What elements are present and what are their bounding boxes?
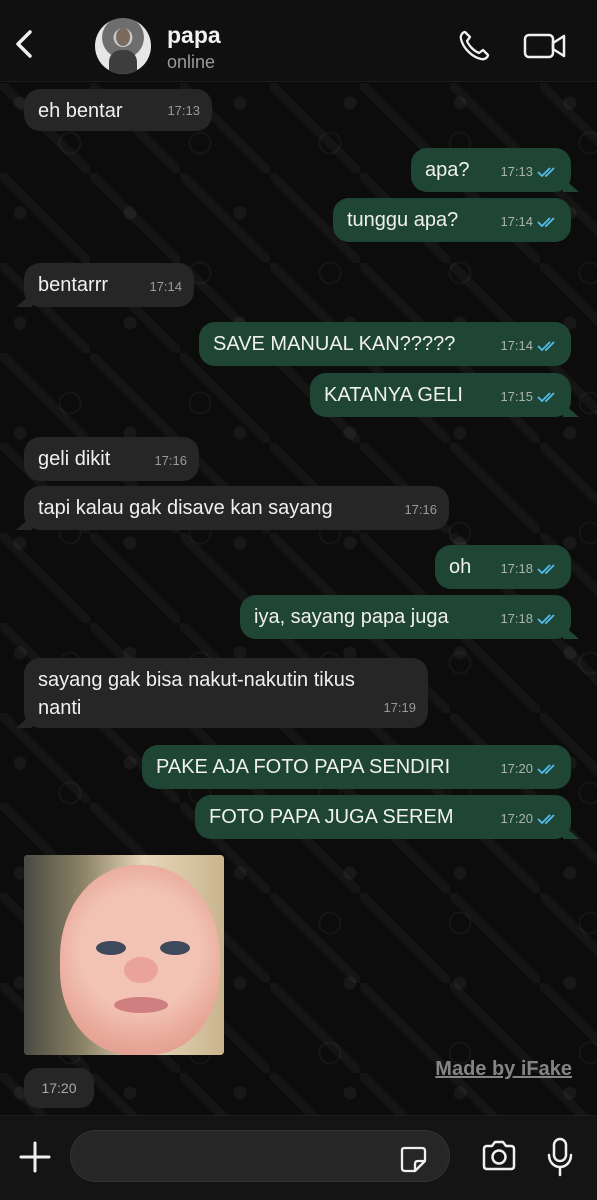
contact-status: online bbox=[167, 52, 216, 72]
back-chevron-icon[interactable] bbox=[10, 24, 40, 64]
message-time: 17:13 bbox=[500, 158, 559, 186]
double-check-icon bbox=[537, 564, 555, 575]
message-text: PAKE AJA FOTO PAPA SENDIRI bbox=[156, 756, 451, 778]
message-outgoing[interactable]: PAKE AJA FOTO PAPA SENDIRI 17:20 bbox=[142, 745, 571, 789]
baby-face bbox=[60, 865, 220, 1055]
message-incoming[interactable]: sayang gak bisa nakut-nakutin tikus nant… bbox=[24, 658, 428, 728]
message-time: 17:14 bbox=[149, 279, 182, 294]
sticker-icon[interactable] bbox=[398, 1144, 428, 1174]
message-outgoing[interactable]: apa? 17:13 bbox=[411, 148, 571, 192]
plus-icon[interactable] bbox=[16, 1138, 54, 1176]
baby-mouth bbox=[114, 997, 168, 1013]
message-time: 17:15 bbox=[500, 383, 559, 411]
message-outgoing[interactable]: FOTO PAPA JUGA SEREM 17:20 bbox=[195, 795, 571, 839]
message-time: 17:14 bbox=[500, 208, 559, 236]
message-outgoing[interactable]: iya, sayang papa juga 17:18 bbox=[240, 595, 571, 639]
message-time: 17:16 bbox=[404, 502, 437, 517]
contact-avatar[interactable] bbox=[95, 18, 151, 74]
avatar-head bbox=[116, 28, 130, 46]
message-text: sayang gak bisa nakut-nakutin tikus nant… bbox=[38, 669, 361, 719]
message-time: 17:19 bbox=[383, 700, 416, 715]
double-check-icon bbox=[537, 392, 555, 403]
double-check-icon bbox=[537, 167, 555, 178]
message-time: 17:16 bbox=[154, 453, 187, 468]
message-outgoing[interactable]: oh 17:18 bbox=[435, 545, 571, 589]
message-time: 17:18 bbox=[500, 605, 559, 633]
double-check-icon bbox=[537, 764, 555, 775]
message-incoming[interactable]: geli dikit 17:16 bbox=[24, 437, 199, 481]
message-time: 17:20 bbox=[500, 755, 559, 783]
message-incoming[interactable]: tapi kalau gak disave kan sayang 17:16 bbox=[24, 486, 449, 530]
double-check-icon bbox=[537, 814, 555, 825]
watermark-text: Made by iFake bbox=[435, 1058, 572, 1080]
chat-header: papa online bbox=[0, 0, 597, 82]
message-time: 17:18 bbox=[500, 555, 559, 583]
double-check-icon bbox=[537, 614, 555, 625]
photo-message-image[interactable] bbox=[24, 855, 224, 1055]
photo-message-time: 17:20 bbox=[24, 1068, 94, 1108]
phone-icon[interactable] bbox=[456, 28, 492, 64]
contact-name[interactable]: papa bbox=[167, 22, 221, 49]
video-camera-icon[interactable] bbox=[522, 30, 568, 62]
camera-icon[interactable] bbox=[480, 1138, 518, 1174]
message-incoming[interactable]: eh bentar 17:13 bbox=[24, 89, 212, 131]
message-incoming[interactable]: bentarrr 17:14 bbox=[24, 263, 194, 307]
baby-nose bbox=[124, 957, 158, 983]
double-check-icon bbox=[537, 217, 555, 228]
message-input[interactable] bbox=[70, 1130, 450, 1182]
baby-eye-left bbox=[96, 941, 126, 955]
message-outgoing[interactable]: SAVE MANUAL KAN????? 17:14 bbox=[199, 322, 571, 366]
message-time: 17:20 bbox=[500, 805, 559, 833]
message-time: 17:14 bbox=[500, 332, 559, 360]
baby-eye-right bbox=[160, 941, 190, 955]
avatar-body bbox=[109, 50, 137, 74]
message-outgoing[interactable]: KATANYA GELI 17:15 bbox=[310, 373, 571, 417]
microphone-icon[interactable] bbox=[545, 1136, 575, 1178]
message-outgoing[interactable]: tunggu apa? 17:14 bbox=[333, 198, 571, 242]
message-time: 17:13 bbox=[167, 103, 200, 118]
double-check-icon bbox=[537, 341, 555, 352]
message-composer bbox=[0, 1115, 597, 1200]
message-text: tapi kalau gak disave kan sayang bbox=[38, 497, 333, 519]
